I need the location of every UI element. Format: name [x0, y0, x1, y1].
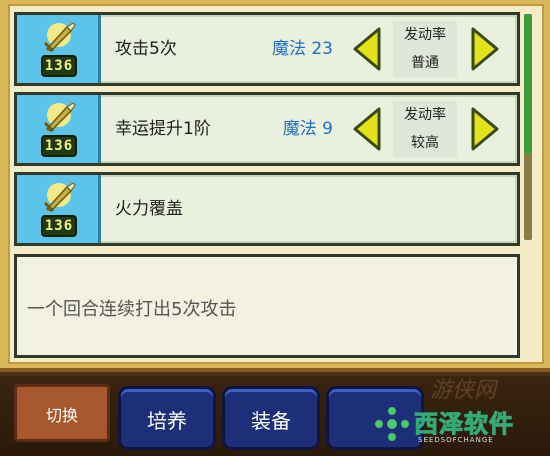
rate-label: 发动率: [404, 27, 446, 43]
watermark-title: 西泽软件: [414, 410, 514, 439]
skill-level-badge: 136: [41, 215, 77, 237]
rate-label: 发动率: [404, 107, 446, 123]
skill-mana-cost: 魔法 9: [282, 119, 333, 139]
watermark: 西泽软件 SEEDSOFCHANGE: [374, 398, 550, 456]
main-frame: 136 攻击5次 魔法 23 发动率 普通 136 幸运提升1阶 魔法 9 发动…: [0, 0, 550, 372]
rate-value: 较高: [411, 135, 439, 151]
scrollbar[interactable]: [524, 14, 532, 240]
skill-panel: 136 攻击5次 魔法 23 发动率 普通 136 幸运提升1阶 魔法 9 发动…: [8, 4, 544, 364]
seeds-logo-icon: [375, 407, 409, 441]
skill-level-badge: 136: [41, 135, 77, 157]
train-button[interactable]: 培养: [118, 386, 216, 450]
skill-mana-cost: 魔法 23: [271, 39, 333, 59]
rate-value: 普通: [411, 55, 439, 71]
skill-icon-box: 136: [17, 95, 101, 163]
skill-name: 攻击5次: [115, 39, 177, 59]
equip-button[interactable]: 装备: [222, 386, 320, 450]
arrow-left-icon[interactable]: [351, 27, 383, 71]
arrow-right-icon[interactable]: [469, 27, 501, 71]
sword-wheat-icon: [43, 102, 76, 133]
skill-name: 火力覆盖: [115, 199, 183, 219]
skill-row-luck-up[interactable]: 136 幸运提升1阶 魔法 9 发动率 较高: [14, 92, 520, 166]
activation-rate-box: 发动率 较高: [393, 101, 457, 157]
switch-button[interactable]: 切换: [14, 384, 110, 442]
skill-row-fire-cover[interactable]: 136 火力覆盖: [14, 172, 520, 246]
skill-row-attack5[interactable]: 136 攻击5次 魔法 23 发动率 普通: [14, 12, 520, 86]
activation-rate-box: 发动率 普通: [393, 21, 457, 77]
arrow-left-icon[interactable]: [351, 107, 383, 151]
sword-wheat-icon: [43, 182, 76, 213]
skill-icon-box: 136: [17, 175, 101, 243]
sword-wheat-icon: [43, 22, 76, 53]
skill-description: 一个回合连续打出5次攻击: [14, 254, 520, 358]
skill-name: 幸运提升1阶: [115, 119, 211, 139]
scroll-thumb[interactable]: [524, 14, 532, 154]
arrow-right-icon[interactable]: [469, 107, 501, 151]
skill-icon-box: 136: [17, 15, 101, 83]
skill-level-badge: 136: [41, 55, 77, 77]
watermark-subtitle: SEEDSOFCHANGE: [418, 436, 494, 444]
